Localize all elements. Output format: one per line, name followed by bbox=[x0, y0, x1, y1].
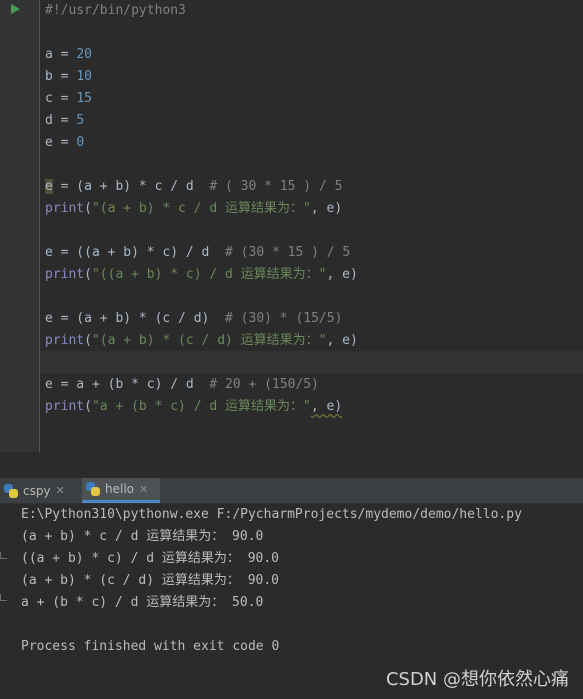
code-line: e = ((a + b) * c) / d # (30 * 15 ) / 5 bbox=[45, 245, 351, 260]
editor-gutter bbox=[0, 0, 40, 452]
python-icon bbox=[4, 483, 18, 498]
console-output-line: a + (b * c) / d 运算结果为： 50.0 bbox=[21, 595, 264, 610]
code-line: c = 15 bbox=[45, 91, 92, 106]
shebang-line: #!/usr/bin/python3 bbox=[45, 3, 186, 18]
code-line: e = (a + b) * (c / d) # (30) * (15/5) bbox=[45, 311, 343, 326]
close-icon[interactable]: ✕ bbox=[56, 484, 65, 497]
console-gutter bbox=[0, 504, 12, 699]
python-icon bbox=[86, 482, 100, 496]
code-line: print("((a + b) * c) / d 运算结果为：", e) bbox=[45, 267, 358, 282]
console-output-line: (a + b) * (c / d) 运算结果为： 90.0 bbox=[21, 573, 280, 588]
code-line: e = (a + b) * c / d # ( 30 * 15 ) / 5 bbox=[45, 179, 343, 194]
run-icon[interactable] bbox=[11, 4, 20, 14]
code-editor[interactable]: #!/usr/bin/python3 a = 20 b = 10 c = 15 … bbox=[0, 0, 583, 452]
run-tab-bar: cspy ✕ hello ✕ bbox=[0, 478, 583, 504]
fold-icon[interactable] bbox=[0, 594, 7, 601]
console-output-line: E:\Python310\pythonw.exe F:/PycharmProje… bbox=[21, 507, 522, 522]
code-line: print("a + (b * c) / d 运算结果为：", e) bbox=[45, 399, 343, 414]
watermark: CSDN @想你依然心痛 bbox=[385, 669, 569, 690]
fold-icon[interactable] bbox=[0, 552, 7, 559]
console-output-line: ((a + b) * c) / d 运算结果为： 90.0 bbox=[21, 551, 280, 566]
code-line: a = 20 bbox=[45, 47, 92, 62]
code-line: print("(a + b) * c / d 运算结果为：", e) bbox=[45, 201, 343, 216]
code-line: e = a + (b * c) / d # 20 + (150/5) bbox=[45, 377, 319, 392]
panel-separator bbox=[0, 452, 583, 478]
tab-cspy[interactable]: cspy ✕ bbox=[2, 478, 74, 503]
code-line: b = 10 bbox=[45, 69, 92, 84]
tab-label: hello bbox=[105, 482, 134, 496]
code-line: e = 0 bbox=[45, 135, 85, 150]
close-icon[interactable]: ✕ bbox=[139, 483, 148, 496]
console-output-line: (a + b) * c / d 运算结果为： 90.0 bbox=[21, 529, 264, 544]
tab-label: cspy bbox=[23, 483, 51, 498]
code-line: d = 5 bbox=[45, 113, 85, 128]
current-line-highlight bbox=[40, 351, 583, 373]
tab-hello[interactable]: hello ✕ bbox=[82, 478, 160, 503]
code-line: print("(a + b) * (c / d) 运算结果为：", e) bbox=[45, 333, 358, 348]
console-output-line: Process finished with exit code 0 bbox=[21, 639, 280, 654]
run-panel: cspy ✕ hello ✕ E:\Python310\pythonw.exe … bbox=[0, 478, 583, 699]
